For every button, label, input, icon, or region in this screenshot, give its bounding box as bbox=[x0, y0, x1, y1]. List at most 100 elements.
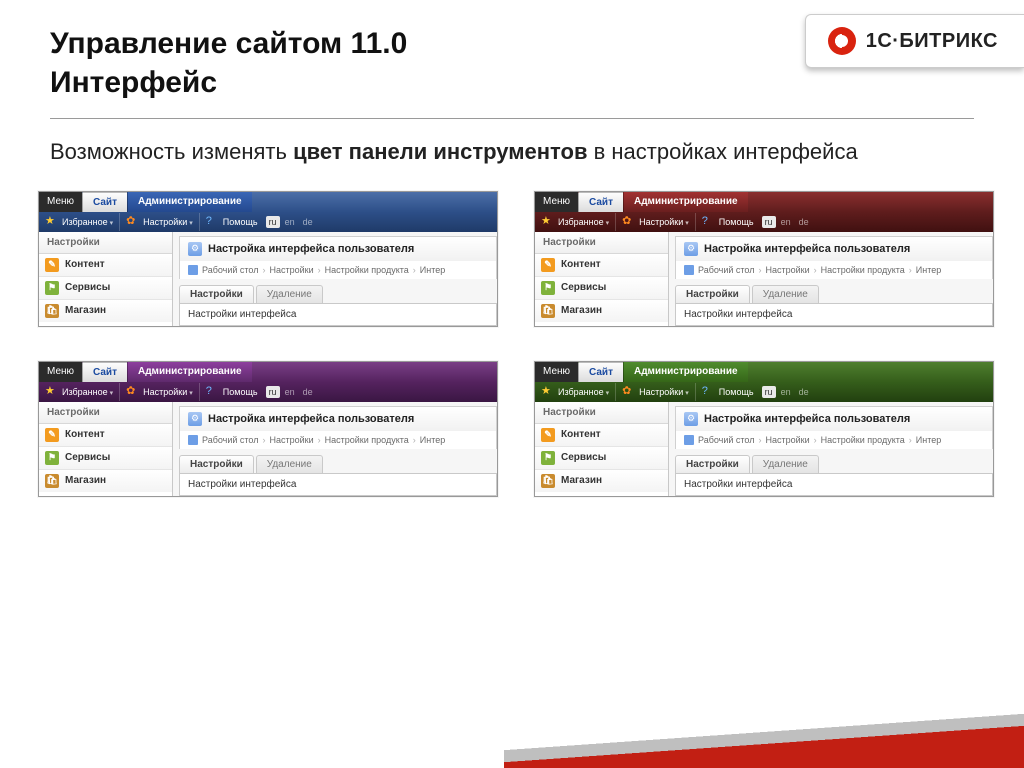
sidebar-item-2[interactable]: 🛍 Магазин bbox=[39, 300, 172, 322]
crumb[interactable]: Настройки продукта bbox=[821, 435, 905, 445]
tab-admin[interactable]: Администрирование bbox=[623, 192, 748, 212]
sidebar-item-1[interactable]: ⚑ Сервисы bbox=[535, 447, 668, 470]
main-area: ⚙ Настройка интерфейса пользователя Рабо… bbox=[669, 402, 993, 496]
tab-site[interactable]: Сайт bbox=[578, 192, 623, 212]
settings-menu[interactable]: Настройки▾ bbox=[143, 387, 193, 397]
crumb[interactable]: Интер bbox=[916, 265, 941, 275]
subpanel-title: Настройки интерфейса bbox=[675, 303, 993, 326]
sidebar-item-0[interactable]: ✎ Контент bbox=[535, 254, 668, 277]
tab-site[interactable]: Сайт bbox=[578, 362, 623, 382]
home-icon[interactable] bbox=[684, 265, 694, 275]
tab-admin[interactable]: Администрирование bbox=[623, 362, 748, 382]
lang-en[interactable]: en bbox=[282, 386, 298, 398]
lang-de[interactable]: de bbox=[796, 216, 812, 228]
crumb[interactable]: Интер bbox=[420, 265, 445, 275]
sidebar-item-1[interactable]: ⚑ Сервисы bbox=[39, 277, 172, 300]
help-link[interactable]: Помощь bbox=[719, 217, 754, 227]
lang-ru[interactable]: ru bbox=[762, 216, 776, 228]
home-icon[interactable] bbox=[684, 435, 694, 445]
help-link[interactable]: Помощь bbox=[719, 387, 754, 397]
breadcrumb: Рабочий стол ›Настройки ›Настройки проду… bbox=[179, 261, 497, 279]
sidebar-item-0[interactable]: ✎ Контент bbox=[39, 254, 172, 277]
settings-menu[interactable]: Настройки▾ bbox=[639, 217, 689, 227]
settings-menu[interactable]: Настройки▾ bbox=[639, 387, 689, 397]
sidebar-item-1[interactable]: ⚑ Сервисы bbox=[535, 277, 668, 300]
main-heading: ⚙ Настройка интерфейса пользователя bbox=[179, 406, 497, 431]
crumb[interactable]: Рабочий стол bbox=[698, 435, 755, 445]
lang-de[interactable]: de bbox=[796, 386, 812, 398]
lang-de[interactable]: de bbox=[300, 216, 316, 228]
gear-icon: ✿ bbox=[622, 216, 633, 227]
help-link[interactable]: Помощь bbox=[223, 217, 258, 227]
content-tab-1[interactable]: Удаление bbox=[752, 285, 819, 303]
lang-de[interactable]: de bbox=[300, 386, 316, 398]
sidebar-item-2[interactable]: 🛍 Магазин bbox=[535, 300, 668, 322]
lang-en[interactable]: en bbox=[282, 216, 298, 228]
star-icon: ★ bbox=[45, 386, 56, 397]
sidebar-item-1[interactable]: ⚑ Сервисы bbox=[39, 447, 172, 470]
tab-site[interactable]: Сайт bbox=[82, 192, 127, 212]
sidebar-heading: Настройки bbox=[535, 232, 668, 254]
home-icon[interactable] bbox=[188, 435, 198, 445]
tab-admin[interactable]: Администрирование bbox=[127, 362, 252, 382]
sidebar-item-2[interactable]: 🛍 Магазин bbox=[535, 470, 668, 492]
lang-en[interactable]: en bbox=[778, 386, 794, 398]
brand-badge: 1С·БИТРИКС bbox=[805, 14, 1024, 68]
main-heading: ⚙ Настройка интерфейса пользователя bbox=[675, 236, 993, 261]
sidebar-item-icon: 🛍 bbox=[45, 304, 59, 318]
menu-button[interactable]: Меню bbox=[535, 362, 578, 382]
subpanel-title: Настройки интерфейса bbox=[179, 303, 497, 326]
favorites-menu[interactable]: Избранное▾ bbox=[558, 217, 609, 227]
crumb[interactable]: Настройки продукта bbox=[821, 265, 905, 275]
content-tab-0[interactable]: Настройки bbox=[675, 285, 750, 303]
sidebar-item-0[interactable]: ✎ Контент bbox=[535, 424, 668, 447]
sidebar-item-label: Контент bbox=[561, 259, 601, 270]
crumb[interactable]: Настройки продукта bbox=[325, 265, 409, 275]
crumb[interactable]: Рабочий стол bbox=[698, 265, 755, 275]
settings-menu[interactable]: Настройки▾ bbox=[143, 217, 193, 227]
home-icon[interactable] bbox=[188, 265, 198, 275]
crumb[interactable]: Настройки продукта bbox=[325, 435, 409, 445]
help-link[interactable]: Помощь bbox=[223, 387, 258, 397]
crumb[interactable]: Настройки bbox=[766, 435, 810, 445]
content-tab-1[interactable]: Удаление bbox=[256, 285, 323, 303]
sidebar-item-2[interactable]: 🛍 Магазин bbox=[39, 470, 172, 492]
crumb[interactable]: Рабочий стол bbox=[202, 435, 259, 445]
content-tab-0[interactable]: Настройки bbox=[675, 455, 750, 473]
language-switcher: ruende bbox=[762, 386, 812, 398]
toolbar: ★ Избранное▾ ✿ Настройки▾ ? Помощь ruend… bbox=[535, 382, 993, 402]
menu-button[interactable]: Меню bbox=[39, 192, 82, 212]
crumb[interactable]: Интер bbox=[420, 435, 445, 445]
topbar: Меню Сайт Администрирование bbox=[39, 192, 497, 212]
lang-ru[interactable]: ru bbox=[266, 216, 280, 228]
content-tab-1[interactable]: Удаление bbox=[752, 455, 819, 473]
lang-en[interactable]: en bbox=[778, 216, 794, 228]
content-tab-1[interactable]: Удаление bbox=[256, 455, 323, 473]
favorites-menu[interactable]: Избранное▾ bbox=[62, 217, 113, 227]
star-icon: ★ bbox=[45, 216, 56, 227]
crumb[interactable]: Настройки bbox=[270, 265, 314, 275]
menu-button[interactable]: Меню bbox=[535, 192, 578, 212]
lang-ru[interactable]: ru bbox=[266, 386, 280, 398]
crumb[interactable]: Рабочий стол bbox=[202, 265, 259, 275]
main-title: Настройка интерфейса пользователя bbox=[208, 413, 414, 425]
tab-admin[interactable]: Администрирование bbox=[127, 192, 252, 212]
sidebar: Настройки ✎ Контент ⚑ Сервисы 🛍 Магазин bbox=[535, 232, 669, 326]
crumb[interactable]: Интер bbox=[916, 435, 941, 445]
sidebar-item-icon: ✎ bbox=[45, 428, 59, 442]
content-tab-0[interactable]: Настройки bbox=[179, 285, 254, 303]
admin-panel-blue: Меню Сайт Администрирование ★ Избранное▾… bbox=[38, 191, 498, 327]
sidebar-item-0[interactable]: ✎ Контент bbox=[39, 424, 172, 447]
sidebar-item-label: Сервисы bbox=[561, 452, 606, 463]
tab-site[interactable]: Сайт bbox=[82, 362, 127, 382]
crumb[interactable]: Настройки bbox=[766, 265, 810, 275]
content-tab-0[interactable]: Настройки bbox=[179, 455, 254, 473]
bitrix-logo-icon bbox=[828, 27, 856, 55]
gear-icon: ✿ bbox=[622, 386, 633, 397]
help-icon: ? bbox=[702, 216, 713, 227]
favorites-menu[interactable]: Избранное▾ bbox=[558, 387, 609, 397]
menu-button[interactable]: Меню bbox=[39, 362, 82, 382]
lang-ru[interactable]: ru bbox=[762, 386, 776, 398]
crumb[interactable]: Настройки bbox=[270, 435, 314, 445]
favorites-menu[interactable]: Избранное▾ bbox=[62, 387, 113, 397]
